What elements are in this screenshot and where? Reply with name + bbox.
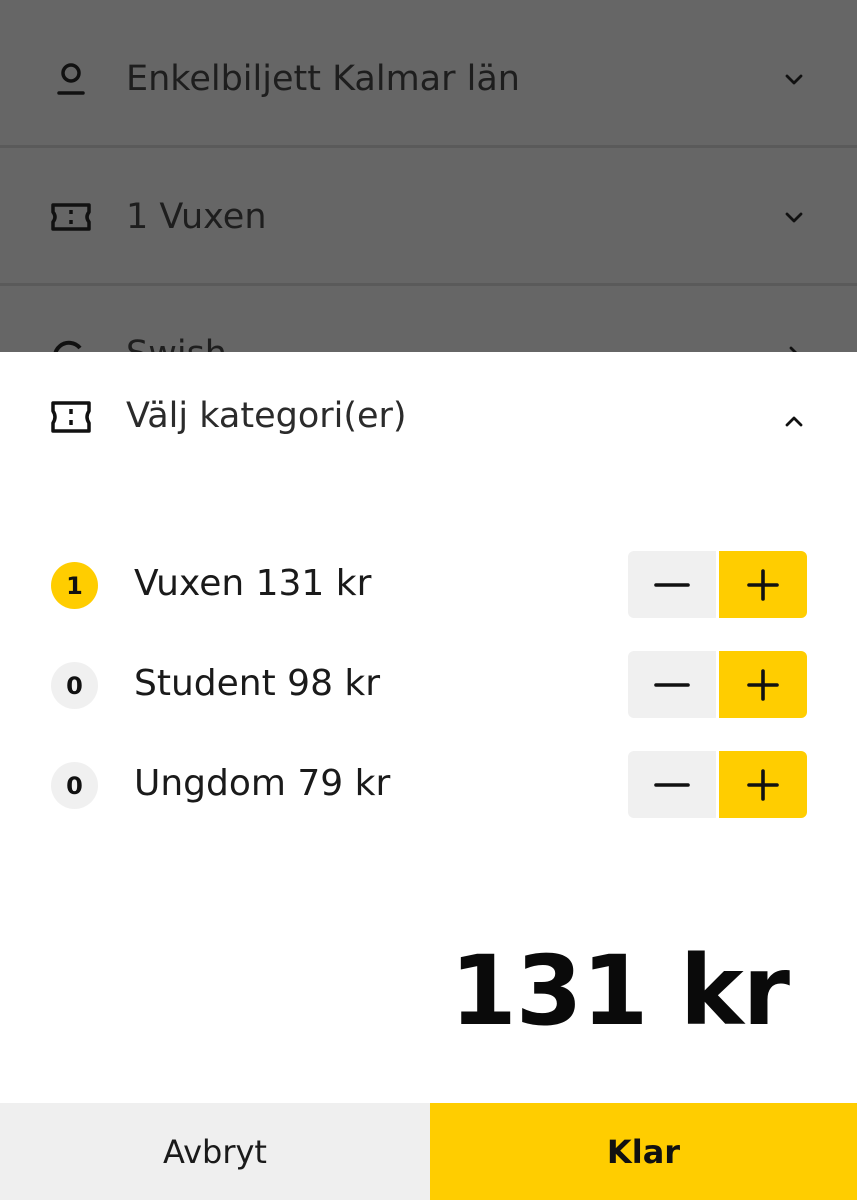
decrement-button[interactable]	[628, 751, 716, 818]
decrement-button[interactable]	[628, 651, 716, 718]
plus-icon	[747, 768, 779, 801]
passenger-label: 1 Vuxen	[126, 196, 267, 237]
ticket-icon	[50, 196, 92, 238]
plus-icon	[747, 668, 779, 701]
sheet-title: Välj kategori(er)	[126, 396, 407, 436]
increment-button[interactable]	[719, 651, 807, 718]
ticket-icon	[50, 400, 92, 442]
category-row-ungdom: 0 Ungdom 79 kr	[0, 751, 857, 819]
count-badge: 0	[51, 762, 98, 809]
minus-icon	[654, 782, 690, 787]
decrement-button[interactable]	[628, 551, 716, 618]
category-row-vuxen: 1 Vuxen 131 kr	[0, 551, 857, 619]
chevron-down-icon	[783, 68, 805, 90]
passenger-row[interactable]: 1 Vuxen	[0, 150, 857, 286]
location-pin-icon	[50, 58, 92, 100]
count-badge: 0	[51, 662, 98, 709]
category-row-student: 0 Student 98 kr	[0, 651, 857, 719]
minus-icon	[654, 682, 690, 687]
count-badge: 1	[51, 562, 98, 609]
quantity-stepper	[628, 551, 807, 618]
location-label: Enkelbiljett Kalmar län	[126, 58, 520, 99]
category-label: Vuxen 131 kr	[134, 563, 372, 604]
cancel-button[interactable]: Avbryt	[0, 1103, 430, 1200]
quantity-stepper	[628, 751, 807, 818]
increment-button[interactable]	[719, 751, 807, 818]
chevron-up-icon[interactable]	[783, 410, 805, 432]
minus-icon	[654, 582, 690, 587]
increment-button[interactable]	[719, 551, 807, 618]
sheet-footer: Avbryt Klar	[0, 1103, 857, 1200]
chevron-down-icon	[783, 206, 805, 228]
quantity-stepper	[628, 651, 807, 718]
sheet-header[interactable]: Välj kategori(er)	[0, 352, 857, 492]
location-row[interactable]: Enkelbiljett Kalmar län	[0, 12, 857, 148]
category-label: Ungdom 79 kr	[134, 763, 391, 804]
plus-icon	[747, 568, 779, 601]
done-button[interactable]: Klar	[430, 1103, 857, 1200]
category-sheet: Välj kategori(er) 1 Vuxen 131 kr 0 Stude…	[0, 352, 857, 1200]
category-label: Student 98 kr	[134, 663, 381, 704]
total-price: 131 kr	[450, 935, 790, 1047]
